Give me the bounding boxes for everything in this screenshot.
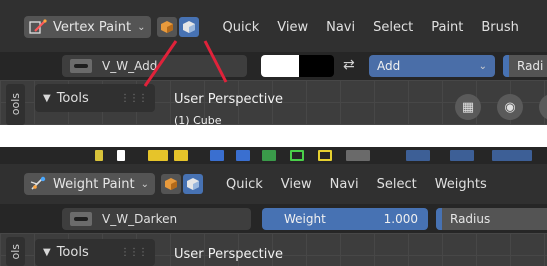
weight-paint-icon [30,176,46,190]
menu-quick[interactable]: Quick [217,177,272,192]
mode-selector[interactable]: Vertex Paint ⌄ [24,16,152,38]
brush-selector[interactable]: V_W_Add [62,55,247,77]
mode-label: Vertex Paint [53,19,132,35]
header-menu: Quick View Navi Select Paint Brush [213,20,527,35]
toolbar-icon[interactable] [117,150,125,161]
drag-grip-icon[interactable]: ⋮⋮⋮ [120,93,148,104]
cube-orange-icon [164,178,177,190]
tools-panel-header[interactable]: ▼ Tools ⋮⋮⋮ [35,239,155,266]
vertex-paint-icon [29,19,47,34]
menu-quick[interactable]: Quick [213,20,268,35]
toolbar-icon[interactable] [148,150,168,161]
menu-paint[interactable]: Paint [422,20,472,35]
toolbar-icon[interactable] [262,150,276,161]
tools-label: Tools [56,245,89,260]
brush-thumbnail-icon [70,59,92,73]
view-perspective-label: User Perspective [174,247,284,262]
radius-label: Radius [450,212,491,226]
cube-blue-icon [183,21,196,33]
toolbar-icon[interactable] [290,150,304,161]
secondary-color-swatch[interactable] [299,55,334,77]
view-perspective-label: User Perspective [174,92,284,107]
toolbar-icon[interactable] [346,150,370,161]
brush-thumbnail-icon [70,212,92,226]
side-tab-label: ols [9,243,22,260]
primary-color-swatch[interactable] [261,55,299,77]
toolbar-icon[interactable] [95,150,103,161]
weight-paint-panel: Weight Paint ⌄ Quick View Navi Select We… [0,147,547,266]
menu-brush[interactable]: Brush [472,20,528,35]
view-object-label: (1) Cube [174,114,222,125]
drag-grip-icon[interactable]: ⋮⋮⋮ [120,247,148,258]
cube-blue-icon [186,178,199,190]
top-toolbar-strip [0,147,547,164]
vertex-paint-panel: Vertex Paint ⌄ Quick View Navi Select Pa… [0,0,547,125]
cube-orange-icon [161,21,174,33]
brush-name: V_W_Darken [102,212,178,226]
blend-mode-select[interactable]: Add ⌄ [369,55,495,77]
radius-field[interactable]: Radi [503,55,547,77]
tool-settings-bar: V_W_Add ⇄ Add ⌄ Radi [0,52,547,80]
viewport-header: Weight Paint ⌄ Quick View Navi Select We… [0,164,547,204]
menu-navi[interactable]: Navi [321,177,368,192]
brush-name: V_W_Add [102,59,158,73]
shading-solid-button[interactable] [160,174,181,194]
toggle-camera-ortho-icon[interactable]: ▦ [455,94,481,120]
chevron-down-icon: ⌄ [140,178,149,190]
tools-side-tab[interactable]: ols [6,237,25,266]
camera-view-icon[interactable]: ◉ [497,94,523,120]
weight-value: 1.000 [383,212,418,226]
menu-view[interactable]: View [272,177,321,192]
blend-mode-value: Add [377,59,401,73]
menu-view[interactable]: View [268,20,317,35]
radius-accent [503,55,509,77]
viewport-header: Vertex Paint ⌄ Quick View Navi Select Pa… [0,0,547,52]
chevron-down-icon: ⌄ [137,21,146,33]
tools-label: Tools [56,90,89,106]
weight-label: Weight [284,212,326,226]
radius-label: Radi [517,59,544,73]
swap-colors-icon[interactable]: ⇄ [343,57,355,73]
toolbar-icon[interactable] [174,150,188,161]
menu-select[interactable]: Select [368,177,426,192]
chevron-down-icon: ⌄ [478,60,487,72]
toolbar-icon[interactable] [492,150,532,161]
radius-accent [436,208,442,230]
menu-navi[interactable]: Navi [317,20,364,35]
expand-triangle-icon: ▼ [43,247,51,258]
side-tab-label: ools [9,93,22,116]
brush-selector[interactable]: V_W_Darken [62,208,251,230]
menu-select[interactable]: Select [364,20,422,35]
weight-slider[interactable]: Weight 1.000 [262,208,428,230]
color-swatches[interactable] [261,55,334,77]
mode-label: Weight Paint [53,176,135,192]
toolbar-icon[interactable] [236,150,250,161]
tools-panel-header[interactable]: ▼ Tools ⋮⋮⋮ [35,84,155,112]
shading-material-button[interactable] [182,174,203,194]
tool-settings-bar: V_W_Darken Weight 1.000 Radius [0,204,547,233]
tools-side-tab[interactable]: ools [6,84,25,125]
toolbar-icon[interactable] [210,150,224,161]
toolbar-icon[interactable] [318,150,332,161]
toolbar-icon[interactable] [450,150,474,161]
header-menu: Quick View Navi Select Weights [217,177,496,192]
toolbar-icon[interactable] [406,150,430,161]
menu-weights[interactable]: Weights [426,177,496,192]
radius-field[interactable]: Radius [436,208,547,230]
mode-selector[interactable]: Weight Paint ⌄ [24,173,155,195]
shading-solid-button[interactable] [157,17,178,37]
shading-material-button[interactable] [179,17,200,37]
expand-triangle-icon: ▼ [43,92,51,104]
